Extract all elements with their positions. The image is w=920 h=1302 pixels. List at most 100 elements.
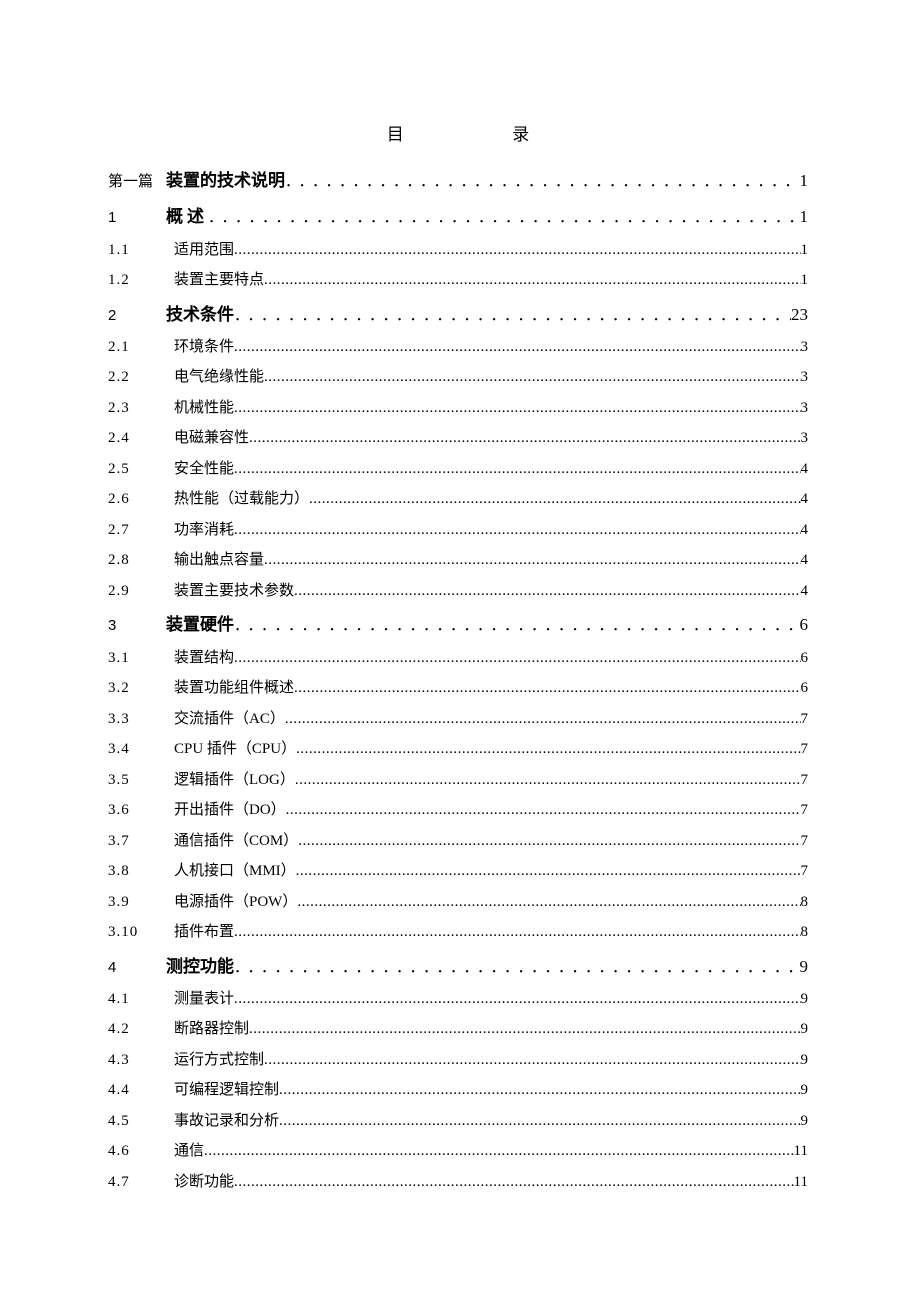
toc-entry: 3.2装置功能组件概述.............................… bbox=[108, 674, 808, 703]
toc-entry-page: 1 bbox=[801, 236, 809, 265]
toc-leader: ．．．．．．．．．．．．．．．．．．．．．．．．．．．．．．．．．．．．．．．．… bbox=[234, 612, 800, 641]
toc-entry-label: 装置主要特点 bbox=[166, 266, 264, 295]
toc-entry-label: 运行方式控制 bbox=[166, 1046, 264, 1075]
toc-leader: ........................................… bbox=[297, 888, 800, 917]
toc-entry-page: 7 bbox=[801, 735, 809, 764]
toc-entry: 4.4可编程逻辑控制..............................… bbox=[108, 1076, 808, 1105]
toc-entry-label: 热性能（过载能力） bbox=[166, 485, 309, 514]
toc-leader: ........................................… bbox=[234, 644, 800, 673]
toc-entry-page: 7 bbox=[801, 705, 809, 734]
toc-entry-number: 4.7 bbox=[108, 1168, 166, 1197]
toc-entry-number: 4 bbox=[108, 954, 166, 983]
toc-entry-page: 11 bbox=[794, 1137, 808, 1166]
title-part-right: 录 bbox=[512, 125, 529, 144]
toc-entry-label: 技术条件 bbox=[166, 299, 234, 331]
toc-leader: ........................................… bbox=[264, 363, 800, 392]
toc-entry-number: 2 bbox=[108, 302, 166, 331]
toc-entry: 2.3机械性能.................................… bbox=[108, 394, 808, 423]
toc-entry: 3.3交流插件（AC）.............................… bbox=[108, 705, 808, 734]
toc-entry-label: 人机接口（MMI） bbox=[166, 857, 296, 886]
toc-entry-page: 1 bbox=[801, 266, 809, 295]
toc-entry-page: 6 bbox=[801, 674, 809, 703]
toc-entry-number: 2.6 bbox=[108, 485, 166, 514]
toc-entry: 3.5逻辑插件（LOG）............................… bbox=[108, 766, 808, 795]
title-part-left: 目 bbox=[387, 125, 404, 144]
toc-entry-number: 3.10 bbox=[108, 918, 166, 947]
toc-entry-page: 7 bbox=[801, 796, 809, 825]
toc-entry-number: 3.4 bbox=[108, 735, 166, 764]
toc-entry-label: 测控功能 bbox=[166, 951, 234, 983]
toc-entry-page: 6 bbox=[801, 644, 809, 673]
toc-entry: 2技术条件．．．．．．．．．．．．．．．．．．．．．．．．．．．．．．．．．．．… bbox=[108, 299, 808, 331]
toc-entry: 3.9电源插件（POW）............................… bbox=[108, 888, 808, 917]
toc-entry-label: 诊断功能 bbox=[166, 1168, 234, 1197]
toc-leader: ........................................… bbox=[296, 735, 800, 764]
toc-leader: ........................................… bbox=[264, 546, 800, 575]
toc-entry: 2.4电磁兼容性................................… bbox=[108, 424, 808, 453]
toc-entry-page: 7 bbox=[801, 857, 809, 886]
toc-entry-label: 电气绝缘性能 bbox=[166, 363, 264, 392]
toc-entry: 3装置硬件．．．．．．．．．．．．．．．．．．．．．．．．．．．．．．．．．．．… bbox=[108, 609, 808, 641]
toc-entry-page: 23 bbox=[791, 299, 808, 331]
toc-entry-number: 2.1 bbox=[108, 333, 166, 362]
toc-leader: ........................................… bbox=[264, 266, 800, 295]
toc-entry: 2.1环境条件.................................… bbox=[108, 333, 808, 362]
toc-entry-label: 装置结构 bbox=[166, 644, 234, 673]
toc-leader: ........................................… bbox=[204, 1137, 794, 1166]
toc-entry-label: 概述 bbox=[166, 201, 208, 233]
toc-entry-page: 3 bbox=[801, 424, 809, 453]
toc-leader: ．．．．．．．．．．．．．．．．．．．．．．．．．．．．．．．．．．．．．．．．… bbox=[208, 204, 800, 233]
toc-entry: 2.8输出触点容量...............................… bbox=[108, 546, 808, 575]
toc-entry-label: 交流插件（AC） bbox=[166, 705, 285, 734]
toc-entry-number: 第一篇 bbox=[108, 168, 166, 197]
toc-entry-label: 测量表计 bbox=[166, 985, 234, 1014]
toc-entry: 2.7功率消耗.................................… bbox=[108, 516, 808, 545]
toc-entry-page: 8 bbox=[801, 888, 809, 917]
toc-entry: 4.1测量表计.................................… bbox=[108, 985, 808, 1014]
toc-entry-page: 9 bbox=[801, 1015, 809, 1044]
toc-entry-page: 4 bbox=[801, 546, 809, 575]
toc-entry: 1概述．．．．．．．．．．．．．．．．．．．．．．．．．．．．．．．．．．．．．… bbox=[108, 201, 808, 233]
toc-entry-number: 2.4 bbox=[108, 424, 166, 453]
toc-entry-label: 装置的技术说明 bbox=[166, 165, 285, 197]
toc-entry-label: 电磁兼容性 bbox=[166, 424, 249, 453]
toc-entry-number: 2.8 bbox=[108, 546, 166, 575]
toc-entry-label: 安全性能 bbox=[166, 455, 234, 484]
toc-entry-number: 3.3 bbox=[108, 705, 166, 734]
toc-entry-page: 3 bbox=[801, 333, 809, 362]
toc-entry-number: 3.5 bbox=[108, 766, 166, 795]
toc-entry-number: 3.2 bbox=[108, 674, 166, 703]
toc-entry-label: 可编程逻辑控制 bbox=[166, 1076, 279, 1105]
toc-leader: ........................................… bbox=[294, 674, 800, 703]
toc-entry-label: 开出插件（DO） bbox=[166, 796, 286, 825]
toc-entry-page: 4 bbox=[801, 577, 809, 606]
toc-entry-number: 2.9 bbox=[108, 577, 166, 606]
toc-entry-number: 1.2 bbox=[108, 266, 166, 295]
toc-leader: ........................................… bbox=[234, 333, 800, 362]
toc-leader: ........................................… bbox=[296, 857, 801, 886]
toc-entry-label: 通信插件（COM） bbox=[166, 827, 298, 856]
toc-entry-number: 4.3 bbox=[108, 1046, 166, 1075]
toc-leader: ........................................… bbox=[279, 1076, 800, 1105]
toc-entry-label: 输出触点容量 bbox=[166, 546, 264, 575]
toc-entry: 3.1装置结构.................................… bbox=[108, 644, 808, 673]
toc-entry-page: 9 bbox=[801, 1046, 809, 1075]
toc-entry-label: 断路器控制 bbox=[166, 1015, 249, 1044]
toc-entry-label: 逻辑插件（LOG） bbox=[166, 766, 295, 795]
toc-entry: 1.1适用范围.................................… bbox=[108, 236, 808, 265]
toc-entry-label: 机械性能 bbox=[166, 394, 234, 423]
toc-entry: 1.2装置主要特点...............................… bbox=[108, 266, 808, 295]
toc-entry-page: 11 bbox=[794, 1168, 808, 1197]
toc-entry-page: 4 bbox=[801, 485, 809, 514]
toc-leader: ........................................… bbox=[264, 1046, 800, 1075]
toc-entry: 3.8人机接口（MMI）............................… bbox=[108, 857, 808, 886]
toc-leader: ........................................… bbox=[286, 796, 801, 825]
toc-entry: 2.5安全性能.................................… bbox=[108, 455, 808, 484]
toc-entry: 3.10插件布置................................… bbox=[108, 918, 808, 947]
toc-entry-page: 9 bbox=[801, 1076, 809, 1105]
toc-leader: ．．．．．．．．．．．．．．．．．．．．．．．．．．．．．．．．．．．．．．．．… bbox=[234, 302, 791, 331]
toc-leader: ........................................… bbox=[234, 985, 800, 1014]
toc-leader: ．．．．．．．．．．．．．．．．．．．．．．．．．．．．．．．．．．．．．．．．… bbox=[285, 168, 800, 197]
toc-entry-label: 事故记录和分析 bbox=[166, 1107, 279, 1136]
toc-entry-number: 2.3 bbox=[108, 394, 166, 423]
